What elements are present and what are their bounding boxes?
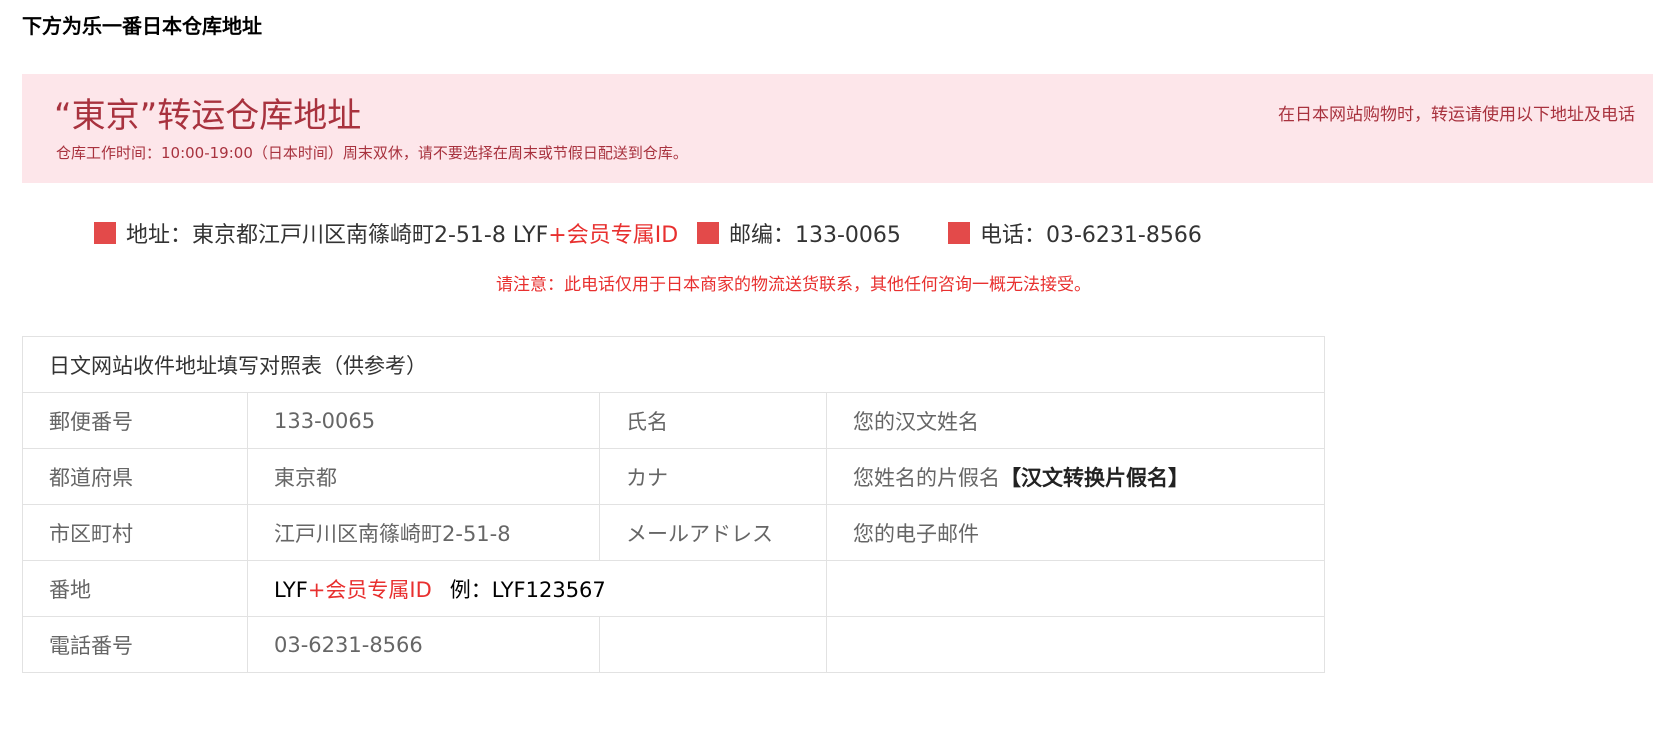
red-square-marker-icon (697, 222, 719, 244)
postal-item: 邮编：133-0065 (697, 218, 901, 248)
table-row: 郵便番号 133-0065 氏名 您的汉文姓名 (22, 392, 1325, 449)
address-item: 地址：東京都江戸川区南篠崎町2-51-8 LYF +会员专属ID (94, 218, 678, 248)
row-value: 133-0065 (247, 392, 600, 449)
lyf-prefix: LYF (274, 577, 308, 602)
phone-item: 电话：03-6231-8566 (948, 218, 1202, 248)
row-value: 03-6231-8566 (247, 616, 600, 673)
row-label-2: メールアドレス (599, 504, 827, 561)
phone-text: 电话：03-6231-8566 (980, 223, 1202, 248)
row-value-2 (826, 560, 1325, 617)
table-row: 電話番号 03-6231-8566 (22, 616, 1325, 673)
warehouse-banner: “東京”转运仓库地址 仓库工作时间：10:00-19:00（日本时间）周末双休，… (22, 74, 1653, 183)
row-label: 都道府県 (22, 448, 248, 505)
table-row: 都道府県 東京都 カナ 您姓名的片假名【汉文转换片假名】 (22, 448, 1325, 505)
katakana-hint: 您姓名的片假名 (853, 465, 1000, 490)
row-label-2 (599, 616, 827, 673)
row-value: LYF+会员专属ID 例：LYF123567 (247, 560, 827, 617)
row-value-2: 您姓名的片假名【汉文转换片假名】 (826, 448, 1325, 505)
banner-title: “東京”转运仓库地址 (54, 96, 362, 136)
phone-notice: 请注意：此电话仅用于日本商家的物流送货联系，其他任何咨询一概无法接受。 (496, 275, 1091, 295)
row-value-2: 您的电子邮件 (826, 504, 1325, 561)
row-value-2 (826, 616, 1325, 673)
address-reference-table: 日文网站收件地址填写对照表（供参考） 郵便番号 133-0065 氏名 您的汉文… (22, 336, 1325, 673)
row-value: 東京都 (247, 448, 600, 505)
table-row: 市区町村 江戸川区南篠崎町2-51-8 メールアドレス 您的电子邮件 (22, 504, 1325, 561)
member-id-text: +会员专属ID (548, 223, 679, 248)
row-value-2: 您的汉文姓名 (826, 392, 1325, 449)
warehouse-hours: 仓库工作时间：10:00-19:00（日本时间）周末双休，请不要选择在周末或节假… (56, 144, 688, 162)
table-row: 番地 LYF+会员专属ID 例：LYF123567 (22, 560, 1325, 617)
red-square-marker-icon (948, 222, 970, 244)
row-label-2: カナ (599, 448, 827, 505)
address-text: 地址：東京都江戸川区南篠崎町2-51-8 LYF (126, 223, 549, 248)
row-value: 江戸川区南篠崎町2-51-8 (247, 504, 600, 561)
row-label: 市区町村 (22, 504, 248, 561)
row-label-2: 氏名 (599, 392, 827, 449)
banner-note: 在日本网站购物时，转运请使用以下地址及电话 (1278, 105, 1635, 125)
katakana-convert-hint: 【汉文转换片假名】 (1000, 465, 1189, 490)
table-title-row: 日文网站收件地址填写对照表（供参考） (22, 336, 1325, 393)
member-id-text: +会员专属ID (307, 577, 432, 602)
page-heading: 下方为乐一番日本仓库地址 (22, 14, 262, 38)
red-square-marker-icon (94, 222, 116, 244)
row-label: 郵便番号 (22, 392, 248, 449)
postal-text: 邮编：133-0065 (729, 223, 901, 248)
row-label: 番地 (22, 560, 248, 617)
table-title: 日文网站收件地址填写对照表（供参考） (22, 336, 1325, 393)
row-label: 電話番号 (22, 616, 248, 673)
example-id: 例：LYF123567 (449, 577, 606, 602)
